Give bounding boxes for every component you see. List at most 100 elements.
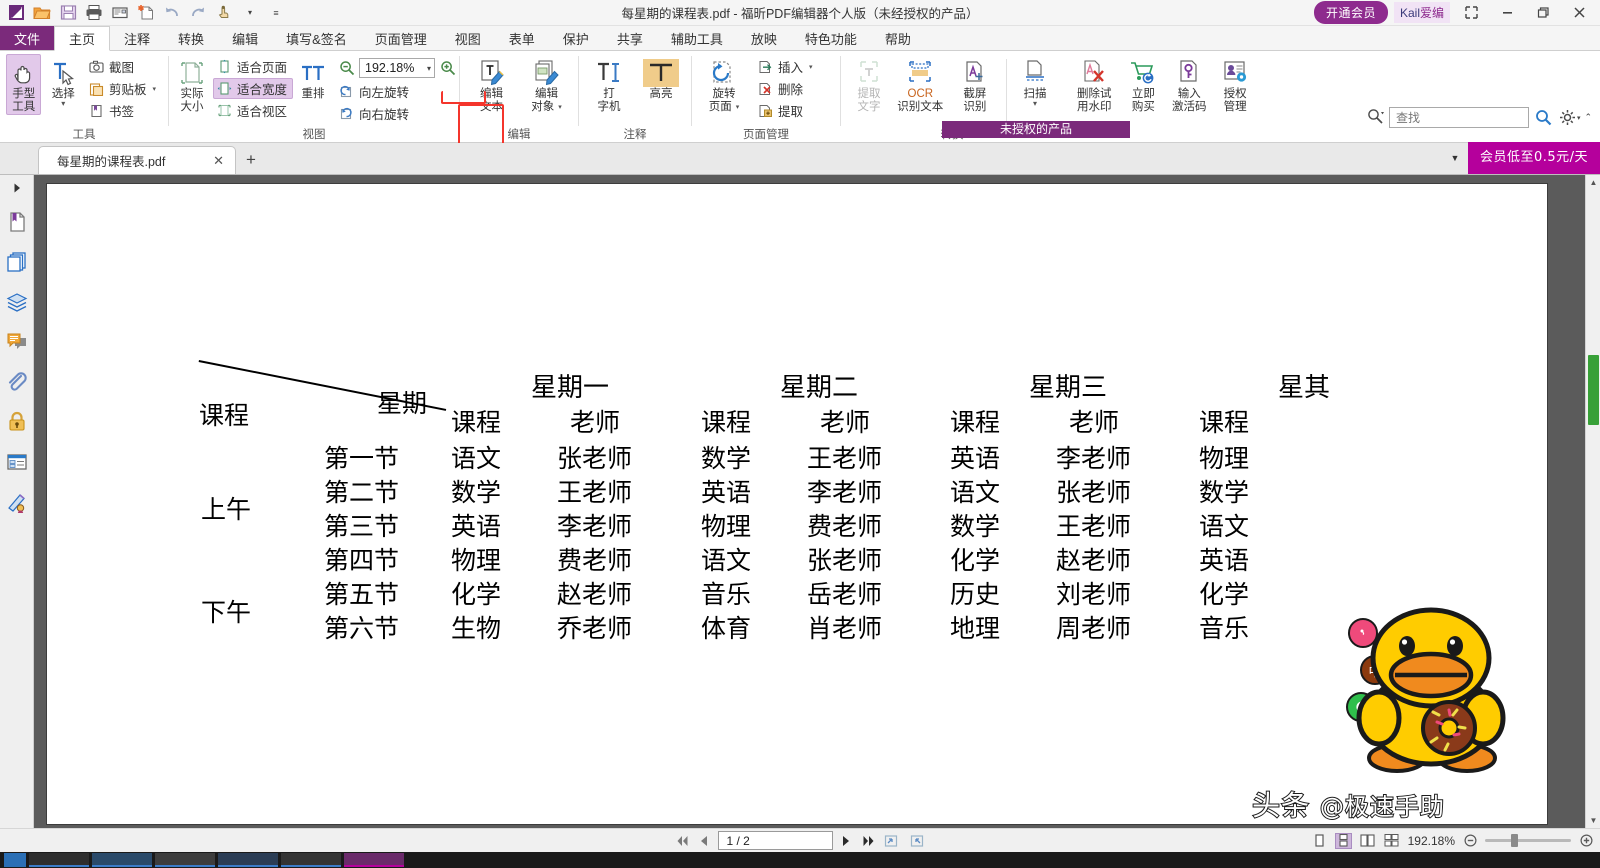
remove-watermark-button[interactable]: 删除试 用水印 (1069, 54, 1119, 115)
zoom-slider-knob[interactable] (1511, 834, 1518, 847)
taskbar-item-5[interactable] (281, 853, 341, 867)
buy-now-button[interactable]: 立即 购买 (1121, 54, 1165, 115)
promo-banner-button[interactable]: 会员低至0.5元/天 (1467, 142, 1600, 174)
new-from-template-icon[interactable] (134, 2, 158, 24)
sidebar-item-signature[interactable] (2, 487, 32, 517)
tab-features[interactable]: 特色功能 (791, 26, 871, 50)
delete-pages-button[interactable]: 删除 (754, 78, 819, 99)
hand-tool-button[interactable]: 手型 工具 (6, 54, 42, 115)
snapshot-button[interactable]: 截图 (85, 56, 162, 77)
previous-view-icon[interactable] (882, 832, 902, 850)
rotate-right-button[interactable]: 向右旋转 (335, 103, 457, 124)
reflow-button[interactable]: 重排 (297, 54, 329, 102)
close-icon[interactable] (1564, 2, 1594, 24)
fit-visible-button[interactable]: 适合视区 (213, 100, 293, 121)
rotate-pages-button[interactable]: 旋转 页面 ▾ (698, 54, 750, 115)
zoom-combo-caret[interactable]: ▾ (427, 64, 431, 73)
last-page-button[interactable] (860, 832, 877, 849)
tab-page-management[interactable]: 页面管理 (361, 26, 441, 50)
email-icon[interactable] (108, 2, 132, 24)
tab-accessibility[interactable]: 辅助工具 (657, 26, 737, 50)
rotate-left-button[interactable]: 向左旋转 (335, 81, 457, 102)
taskbar-item-1[interactable] (29, 853, 89, 867)
new-document-icon[interactable] (4, 2, 28, 24)
extract-pages-button[interactable]: 提取 (754, 100, 819, 121)
screen-ocr-button[interactable]: 截屏 识别 (950, 54, 1001, 115)
close-tab-icon[interactable]: ✕ (211, 153, 226, 169)
sidebar-item-attachments[interactable] (2, 367, 32, 397)
tab-comment[interactable]: 注释 (110, 26, 164, 50)
tab-presentation[interactable]: 放映 (737, 26, 791, 50)
sidebar-item-bookmark[interactable] (2, 207, 32, 237)
zoom-in-icon[interactable] (438, 59, 457, 78)
gear-caret[interactable]: ▾ (1577, 114, 1581, 122)
pdf-page[interactable]: 课程 星期 上午 下午 第一节 第二节 第三节 第四节 第五节 第六节 星期一 … (47, 184, 1547, 824)
find-input[interactable]: 查找 (1388, 107, 1529, 128)
status-zoom-out-icon[interactable] (1462, 833, 1478, 849)
extract-text-button[interactable]: 提取 文字 (847, 54, 891, 115)
tab-help[interactable]: 帮助 (871, 26, 925, 50)
ribbon-collapse-caret[interactable]: ⌃ (1584, 112, 1592, 123)
tab-view[interactable]: 视图 (441, 26, 495, 50)
rotate-pages-caret[interactable]: ▾ (736, 101, 740, 114)
restore-grid-icon[interactable] (1456, 2, 1486, 24)
next-page-button[interactable] (838, 832, 855, 849)
scroll-up-arrow-icon[interactable]: ▲ (1586, 175, 1600, 190)
prev-page-button[interactable] (696, 832, 713, 849)
clipboard-caret[interactable]: ▾ (152, 85, 156, 93)
sidebar-item-comments[interactable] (2, 327, 32, 357)
fit-page-button[interactable]: 适合页面 (213, 56, 293, 77)
settings-gear-button[interactable]: ▾ (1559, 109, 1581, 126)
undo-icon[interactable] (160, 2, 184, 24)
clipboard-button[interactable]: 剪贴板 ▾ (85, 78, 162, 99)
taskbar-item-4[interactable] (218, 853, 278, 867)
highlight-button[interactable]: 高亮 (637, 54, 685, 102)
edit-object-caret[interactable]: ▾ (558, 101, 562, 114)
vertical-scroll-thumb[interactable] (1588, 355, 1599, 425)
maximize-icon[interactable] (1528, 2, 1558, 24)
save-icon[interactable] (56, 2, 80, 24)
ocr-button[interactable]: OCR 识别文本 (895, 54, 946, 115)
document-tab[interactable]: 每星期的课程表.pdf ✕ (38, 146, 236, 174)
status-zoom-in-icon[interactable] (1578, 833, 1594, 849)
actual-size-button[interactable]: 实际 大小 (175, 54, 209, 115)
typewriter-button[interactable]: 打 字机 (585, 54, 633, 115)
zoom-level-combobox[interactable]: 192.18% ▾ (359, 58, 436, 78)
select-tool-caret[interactable]: ▾ (61, 100, 65, 108)
vertical-scrollbar[interactable]: ▲ ▼ (1585, 175, 1600, 828)
tab-home[interactable]: 主页 (54, 26, 111, 51)
scan-caret[interactable]: ▾ (1033, 100, 1037, 108)
qat-more-caret[interactable]: ≡ (264, 2, 288, 24)
scroll-down-arrow-icon[interactable]: ▼ (1586, 813, 1600, 828)
zoom-slider[interactable] (1485, 833, 1571, 849)
tab-protect[interactable]: 保护 (549, 26, 603, 50)
tab-share[interactable]: 共享 (603, 26, 657, 50)
tab-edit[interactable]: 编辑 (218, 26, 272, 50)
facing-continuous-view-button[interactable] (1383, 833, 1400, 849)
scan-button[interactable]: 扫描 ▾ (1013, 54, 1057, 108)
single-page-view-button[interactable] (1311, 833, 1328, 849)
enter-activation-code-button[interactable]: 输入 激活码 (1167, 54, 1211, 115)
qat-dropdown-caret[interactable]: ▾ (238, 2, 262, 24)
tab-file[interactable]: 文件 (0, 26, 55, 50)
tab-form[interactable]: 表单 (495, 26, 549, 50)
minimize-icon[interactable] (1492, 2, 1522, 24)
open-vip-button[interactable]: 开通会员 (1313, 1, 1388, 24)
tab-list-caret-icon[interactable]: ▼ (1442, 142, 1468, 174)
license-manager-button[interactable]: 授权 管理 (1213, 54, 1257, 115)
find-submit-icon[interactable] (1532, 107, 1555, 128)
page-number-input[interactable]: 1 / 2 (717, 831, 833, 850)
ime-duck-mascot[interactable] (1345, 600, 1515, 775)
taskbar-item-foxit[interactable] (344, 853, 404, 867)
new-tab-button[interactable]: + (236, 146, 266, 174)
print-icon[interactable] (82, 2, 106, 24)
edit-text-button[interactable]: 编辑 文本 (466, 54, 517, 115)
open-folder-icon[interactable] (30, 2, 54, 24)
sidebar-item-security[interactable] (2, 407, 32, 437)
insert-pages-button[interactable]: 插入 ▾ (754, 56, 819, 77)
fit-width-button[interactable]: 适合宽度 (213, 78, 294, 99)
sidebar-item-fields[interactable] (2, 447, 32, 477)
sidebar-item-layers[interactable] (2, 287, 32, 317)
bookmark-button[interactable]: 书签 (85, 100, 162, 121)
zoom-out-icon[interactable] (337, 59, 356, 78)
